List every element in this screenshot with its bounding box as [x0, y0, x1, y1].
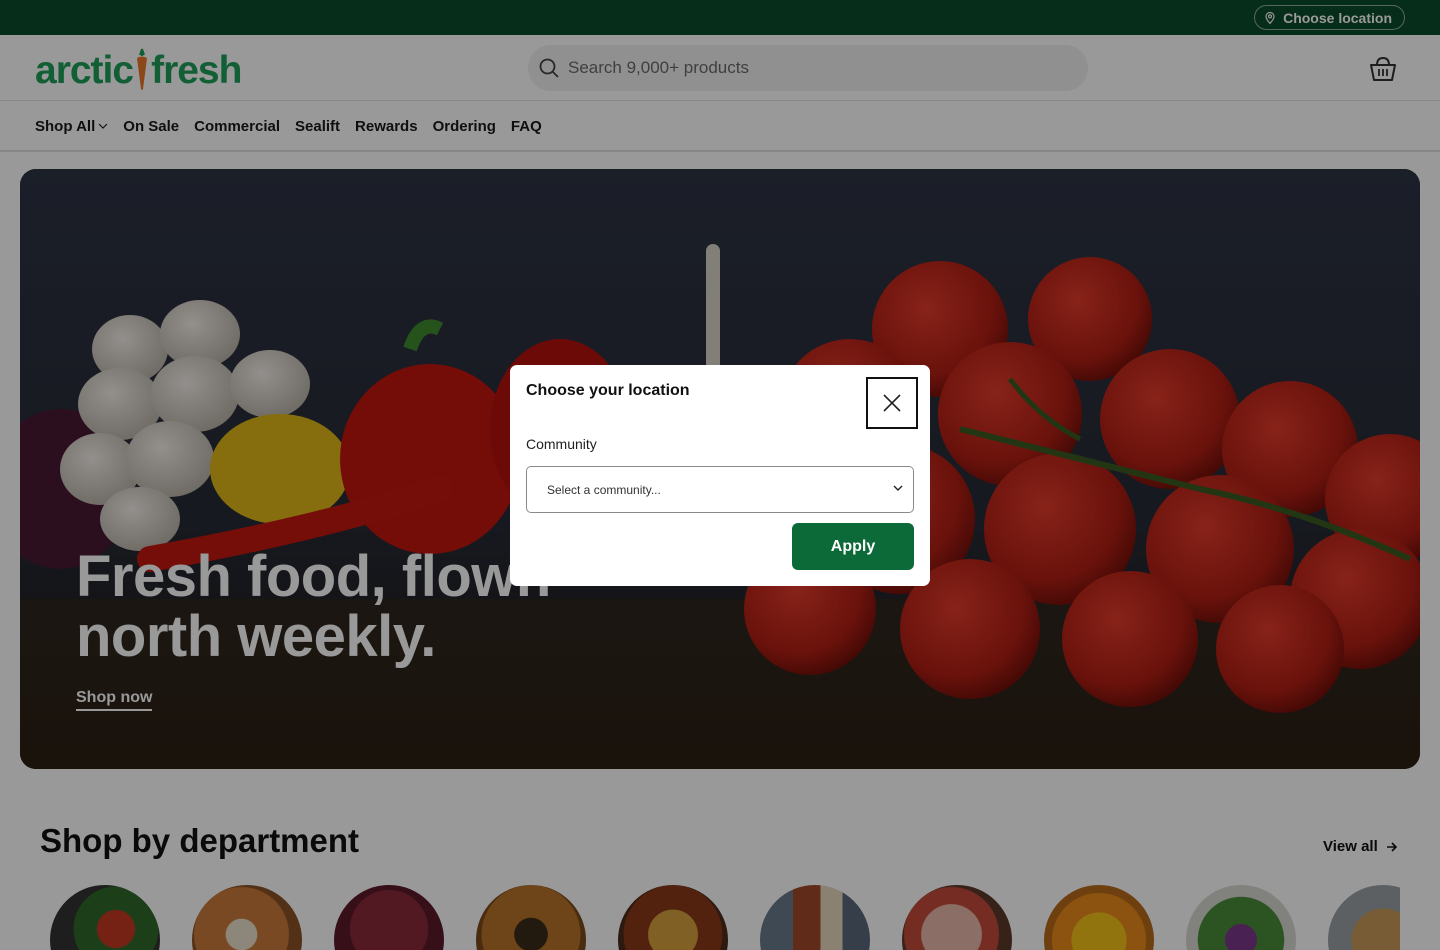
page: Choose location arctic fresh Search 9,00…	[0, 0, 1440, 950]
chevron-down-icon	[893, 485, 903, 491]
close-button[interactable]	[866, 377, 918, 429]
community-label: Community	[526, 436, 597, 452]
apply-button[interactable]: Apply	[792, 523, 914, 570]
community-select[interactable]: Select a community...	[526, 466, 914, 513]
close-icon	[883, 394, 901, 412]
modal-title: Choose your location	[526, 382, 690, 399]
location-modal: Choose your location Community Select a …	[510, 365, 930, 586]
community-select-value: Select a community...	[547, 482, 661, 497]
